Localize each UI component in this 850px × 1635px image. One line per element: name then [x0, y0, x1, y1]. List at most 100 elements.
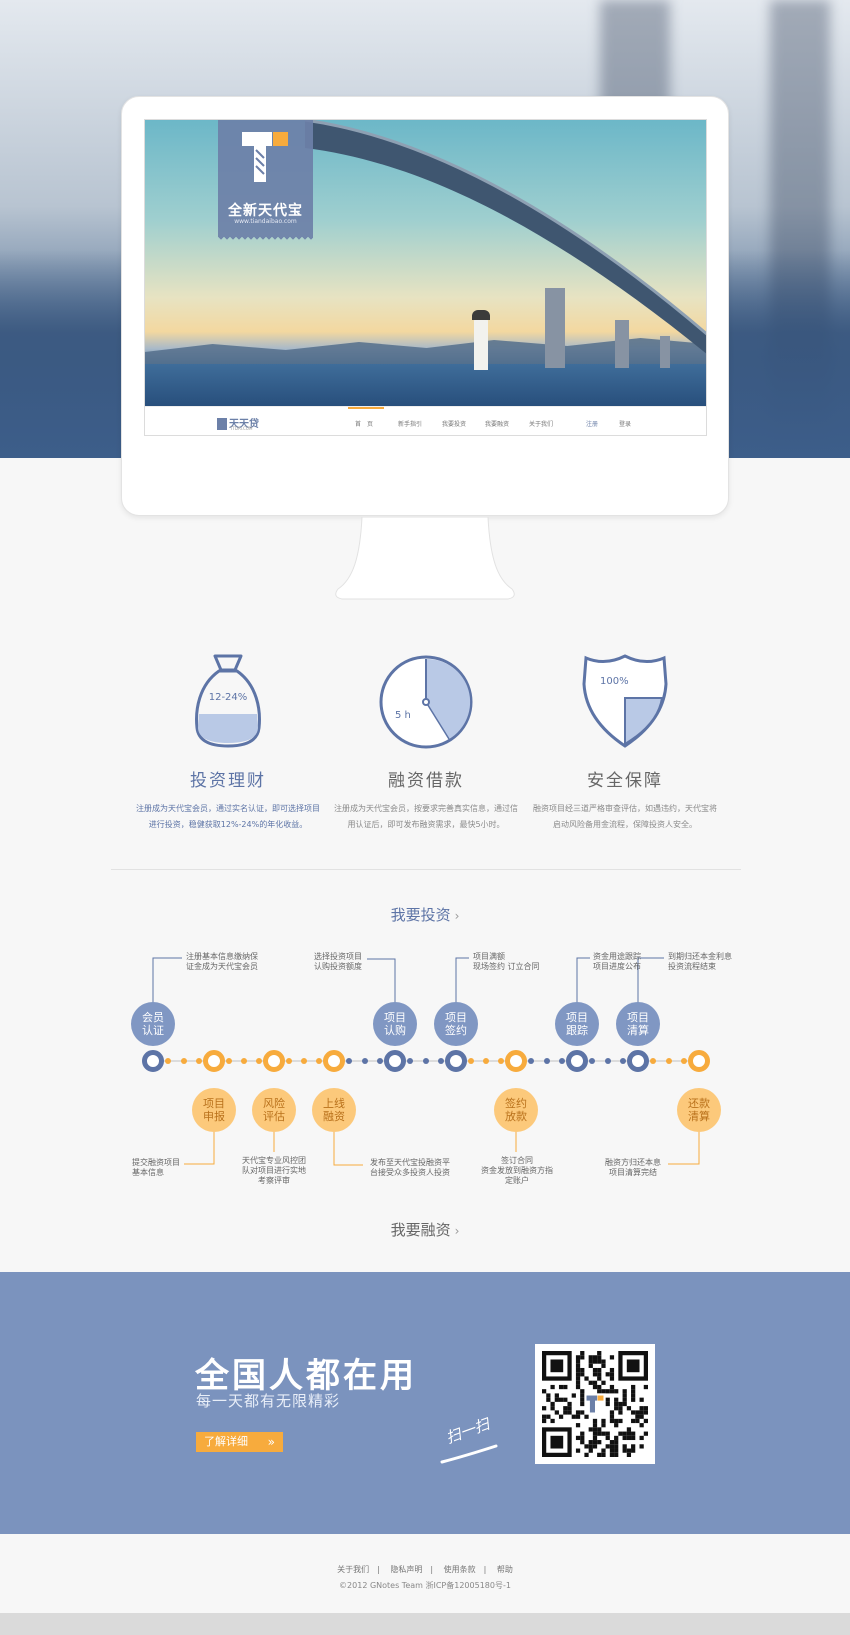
nav-register[interactable]: 注册 [586, 419, 598, 428]
footer-links: 关于我们 | 隐私声明 | 使用条款 | 帮助 [337, 1565, 513, 1574]
feature-desc: 融资项目经三道严格审查评估，如遇违约，天代宝将启动风险备用金流程，保障投资人安全… [533, 804, 717, 829]
scan-label: 扫一扫 [443, 1414, 492, 1448]
timeline-node [384, 1050, 406, 1072]
note-project-track: 资金用途跟踪 项目进度公布 [593, 952, 641, 971]
timeline-dot [226, 1058, 232, 1064]
chevron-right-icon: › [454, 909, 460, 923]
monitor-mockup: 全新天代宝 www.tiandaibao.com 天天贷 TTDAI.COM 首… [121, 96, 729, 516]
feature-title: 投资理财 [190, 771, 266, 791]
step-sign-loan[interactable]: 签约 放款 [494, 1088, 538, 1132]
note-sign-loan: 签订合同 资金发放到融资方指 定账户 [481, 1156, 553, 1185]
nav-invest[interactable]: 我要投资 [442, 419, 466, 428]
timeline-node [566, 1050, 588, 1072]
invest-link[interactable]: 我要投资 › [0, 904, 850, 925]
timeline-dot [558, 1058, 565, 1064]
footer-link-privacy[interactable]: 隐私声明 [390, 1565, 422, 1574]
timeline-dot [468, 1058, 474, 1064]
site-logo-sub: TTDAI.COM [230, 426, 253, 431]
timeline-dot [422, 1058, 429, 1064]
step-project-apply[interactable]: 项目 申报 [192, 1088, 236, 1132]
timeline-dot [316, 1058, 322, 1064]
chevron-right-icon: › [454, 1224, 460, 1238]
note-project-apply: 提交融资项目 基本信息 [132, 1158, 180, 1177]
brand-badge: 全新天代宝 www.tiandaibao.com [218, 120, 313, 243]
step-online-finance[interactable]: 上线 融资 [312, 1088, 356, 1132]
feature-title: 融资借款 [388, 771, 464, 791]
timeline-dot [665, 1058, 672, 1064]
timeline-dot [180, 1058, 187, 1064]
site-navbar: 天天贷 TTDAI.COM 首 页 新手指引 我要投资 我要融资 关于我们 注册… [145, 406, 706, 435]
step-project-settle[interactable]: 项目 清算 [616, 1002, 660, 1046]
swoosh-decoration [440, 1444, 498, 1464]
timeline-dot [376, 1058, 383, 1064]
qr-code [535, 1344, 655, 1464]
timeline-node [627, 1050, 649, 1072]
money-bag-icon: 12-24% [133, 650, 323, 750]
nav-active-indicator [348, 407, 384, 409]
step-project-track[interactable]: 项目 跟踪 [555, 1002, 599, 1046]
timeline-node [688, 1050, 710, 1072]
money-bag-label: 12-24% [208, 692, 248, 703]
feature-invest: 12-24% 投资理财 注册成为天代宝会员，通过实名认证，即可选择项目进行投资，… [133, 650, 323, 833]
clock-icon: 5 h [331, 650, 521, 750]
timeline-node [323, 1050, 345, 1072]
timeline-node [263, 1050, 285, 1072]
shield-icon: 100% [530, 650, 720, 750]
lighthouse [472, 310, 490, 370]
timeline-dot [498, 1058, 504, 1064]
step-project-sign[interactable]: 项目 签约 [434, 1002, 478, 1046]
step-member-auth[interactable]: 会员 认证 [131, 1002, 175, 1046]
footer-copyright: ©2012 GNotes Team 浙ICP备12005180号-1 [339, 1581, 511, 1590]
site-logo-icon [217, 418, 227, 430]
timeline-dot [543, 1058, 550, 1064]
footer-link-terms[interactable]: 使用条款 [444, 1565, 476, 1574]
feature-security: 100% 安全保障 融资项目经三道严格审查评估，如遇违约，天代宝将启动风险备用金… [530, 650, 720, 833]
nav-login[interactable]: 登录 [619, 419, 631, 428]
step-repay-settle[interactable]: 还款 清算 [677, 1088, 721, 1132]
timeline-node [142, 1050, 164, 1072]
timeline-node [203, 1050, 225, 1072]
promo-subtitle: 每一天都有无限精彩 [196, 1392, 341, 1410]
step-project-subscribe[interactable]: 项目 认购 [373, 1002, 417, 1046]
app-promo-banner: 全国人都在用 每一天都有无限精彩 了解详细» 扫一扫 [0, 1272, 850, 1534]
nav-guide[interactable]: 新手指引 [398, 419, 422, 428]
timeline-dot [483, 1058, 489, 1064]
process-timeline: 会员 认证 项目 认购 项目 签约 项目 跟踪 项目 清算 项目 申报 风险 评估 上线 融资 … [0, 940, 850, 1210]
bridge-photo: 全新天代宝 www.tiandaibao.com [145, 120, 706, 406]
timeline-dot [301, 1058, 307, 1064]
qr-code-image [542, 1351, 648, 1457]
timeline-dot [241, 1058, 247, 1064]
nav-about[interactable]: 关于我们 [529, 419, 553, 428]
badge-title: 全新天代宝 [228, 203, 303, 219]
footer-link-help[interactable]: 帮助 [497, 1565, 513, 1574]
note-online-finance: 发布至天代宝投融资平 台接受众多投资人投资 [370, 1158, 450, 1177]
site-logo[interactable]: 天天贷 TTDAI.COM [217, 415, 259, 431]
note-project-subscribe: 选择投资项目 认购投资额度 [314, 952, 362, 971]
feature-desc: 注册成为天代宝会员，通过实名认证，即可选择项目进行投资，稳健获取12%-24%的… [136, 804, 320, 829]
footer-link-about[interactable]: 关于我们 [337, 1565, 369, 1574]
timeline-dot [437, 1058, 444, 1064]
brand-logo-icon [242, 132, 288, 182]
note-member-auth: 注册基本信息缴纳保 证金成为天代宝会员 [186, 952, 258, 971]
nav-home[interactable]: 首 页 [355, 419, 373, 428]
feature-title: 安全保障 [587, 771, 663, 791]
nav-finance[interactable]: 我要融资 [485, 419, 509, 428]
note-risk-assess: 天代宝专业风控团 队对项目进行实地 考察评审 [242, 1156, 306, 1185]
finance-link[interactable]: 我要融资 › [0, 1219, 850, 1240]
timeline-dot [680, 1058, 687, 1064]
timeline-dot [619, 1058, 626, 1064]
learn-more-button[interactable]: 了解详细» [196, 1432, 283, 1452]
footer-bottom-bar [0, 1613, 850, 1635]
monitor-screen: 全新天代宝 www.tiandaibao.com 天天贷 TTDAI.COM 首… [144, 119, 707, 436]
timeline-dot [286, 1058, 292, 1064]
timeline-dot [361, 1058, 368, 1064]
step-risk-assess[interactable]: 风险 评估 [252, 1088, 296, 1132]
note-project-settle: 到期归还本金利息 投资流程结束 [668, 952, 732, 971]
timeline-dot [604, 1058, 611, 1064]
shield-label: 100% [600, 676, 629, 687]
note-repay-settle: 融资方归还本息 项目清算完结 [605, 1158, 661, 1177]
timeline-dot [256, 1058, 262, 1064]
section-divider [111, 869, 741, 870]
feature-finance: 5 h 融资借款 注册成为天代宝会员，按要求完善真实信息，通过信用认证后，即可发… [331, 650, 521, 833]
monitor-stand [335, 517, 515, 600]
